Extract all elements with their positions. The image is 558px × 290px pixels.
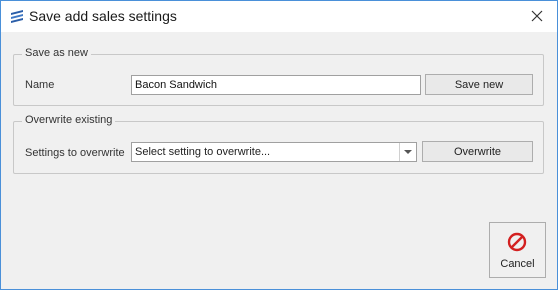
name-field[interactable]	[131, 75, 421, 95]
overwrite-button[interactable]: Overwrite	[422, 141, 533, 162]
overwrite-button-label: Overwrite	[453, 146, 502, 158]
title-bar: Save add sales settings	[1, 1, 557, 32]
save-as-new-legend: Save as new	[22, 47, 91, 59]
close-icon	[531, 10, 543, 22]
cancel-icon	[507, 232, 527, 255]
settings-select[interactable]: Select setting to overwrite...	[131, 142, 417, 162]
cancel-button[interactable]: Cancel	[489, 222, 546, 278]
app-logo-icon	[9, 9, 25, 25]
select-dropdown-button[interactable]	[399, 143, 416, 161]
save-new-button-label: Save new	[454, 79, 504, 91]
overwrite-existing-group: Overwrite existing Settings to overwrite…	[13, 114, 544, 174]
save-new-button[interactable]: Save new	[425, 74, 533, 95]
settings-select-value: Select setting to overwrite...	[135, 146, 271, 158]
chevron-down-icon	[404, 150, 412, 154]
close-button[interactable]	[517, 1, 557, 32]
save-as-new-group: Save as new Name Save new	[13, 47, 544, 106]
name-label: Name	[25, 79, 55, 91]
cancel-button-label: Cancel	[500, 258, 535, 270]
overwrite-existing-legend: Overwrite existing	[22, 114, 116, 126]
settings-to-overwrite-label: Settings to overwrite	[25, 147, 125, 159]
window-title: Save add sales settings	[29, 8, 177, 24]
dialog-window: Save add sales settings Save as new Name…	[0, 0, 558, 290]
